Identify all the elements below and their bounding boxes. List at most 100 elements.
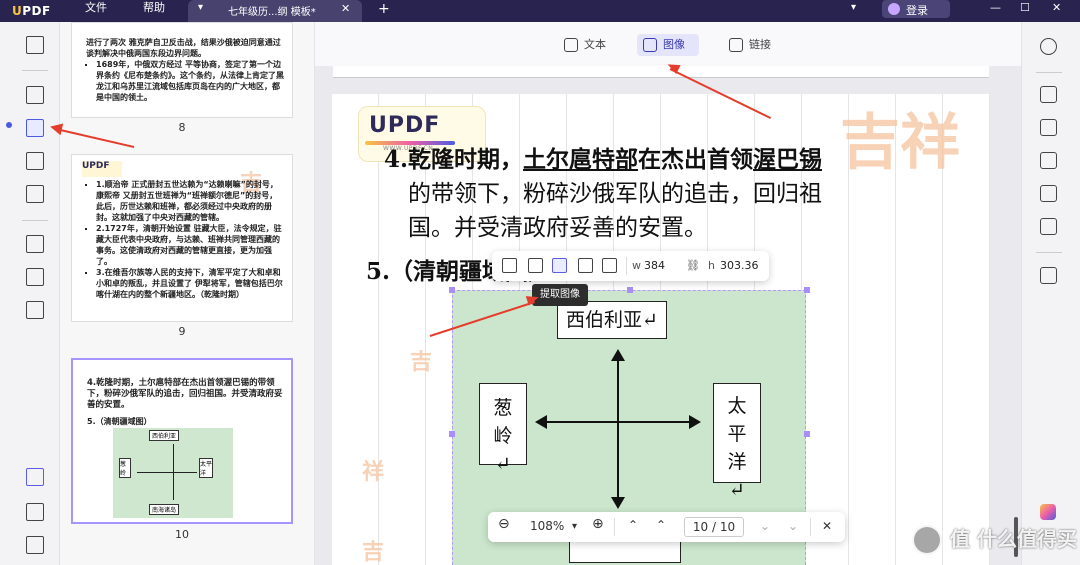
first-page-button[interactable]: ⌃ xyxy=(628,518,638,532)
crop-image-icon[interactable] xyxy=(578,258,593,273)
resize-handle[interactable] xyxy=(449,287,455,293)
resize-handle[interactable] xyxy=(449,431,455,437)
thumbnail-map-north: 西伯利亚 xyxy=(149,430,180,441)
resize-handle[interactable] xyxy=(804,287,810,293)
avatar-icon xyxy=(888,3,900,15)
extract-image-icon[interactable] xyxy=(552,258,567,273)
organize-pages-icon[interactable] xyxy=(26,235,44,253)
login-button[interactable]: 登录 xyxy=(882,0,950,18)
arrow-up-icon xyxy=(611,349,625,361)
thumbnail-page-8[interactable]: 进行了两次 雅克萨自卫反击战，结果沙俄被迫同意通过谈判解决中俄两国东段边界问题。… xyxy=(71,22,293,118)
next-page-button[interactable]: ⌄ xyxy=(760,519,770,533)
thumbnail-panel: 进行了两次 雅克萨自卫反击战，结果沙俄被迫同意通过谈判解决中俄两国东段边界问题。… xyxy=(60,22,315,565)
divider xyxy=(22,220,48,221)
divider xyxy=(614,518,615,536)
convert-icon[interactable] xyxy=(1040,119,1057,136)
minimize-button[interactable]: — xyxy=(990,1,1001,14)
divider xyxy=(1036,72,1062,73)
ai-assistant-icon[interactable] xyxy=(1040,504,1056,520)
comment-icon[interactable] xyxy=(26,86,44,104)
tab-title: 七年级历...纲 模板* xyxy=(228,7,316,18)
new-tab-button[interactable]: + xyxy=(378,1,390,17)
replace-image-icon[interactable] xyxy=(602,258,617,273)
last-page-button[interactable]: ⌄ xyxy=(788,519,798,533)
zoom-value[interactable]: 108% xyxy=(530,519,564,533)
thumbnail-bullet: 1689年，中俄双方经过 平等协商，签定了第一个边界条约《尼布楚条约》。这个条约… xyxy=(96,59,284,103)
seal-watermark-small: 吉 xyxy=(410,350,433,375)
share-icon[interactable] xyxy=(1040,185,1057,202)
height-value[interactable]: 303.36 xyxy=(720,259,759,272)
resize-handle[interactable] xyxy=(804,431,810,437)
search-icon[interactable] xyxy=(1040,38,1057,55)
tab-dropdown-icon[interactable]: ▾ xyxy=(198,2,203,13)
close-window-button[interactable]: ✕ xyxy=(1052,1,1061,14)
image-edit-toolbar: w 384 ⛓ h 303.36 xyxy=(492,251,769,281)
app-logo: UPDF xyxy=(12,4,51,18)
ocr-icon[interactable] xyxy=(1040,86,1057,103)
title-bar: UPDF 文件 帮助 ▾ 七年级历...纲 模板* ✕ + ▾ 登录 — ☐ ✕ xyxy=(0,0,1080,22)
map-label-siberia: 西伯利亚↵ xyxy=(557,301,667,339)
attachment-icon[interactable] xyxy=(26,536,44,554)
page-layout-icon[interactable] xyxy=(26,152,44,170)
add-image-button[interactable]: 图像 xyxy=(637,34,699,56)
arrow-down-icon xyxy=(611,497,625,509)
paragraph-4-line-1[interactable]: 4.乾隆时期，土尔扈特部在杰出首领渥巴锡 xyxy=(384,144,822,176)
arrow-left-icon xyxy=(535,415,547,429)
updf-logo-text: UPDF xyxy=(369,113,441,138)
menu-file[interactable]: 文件 xyxy=(85,0,107,16)
reader-icon[interactable] xyxy=(26,36,44,54)
layers-icon[interactable] xyxy=(26,468,44,486)
thumbnail-bullet: 1.顺治帝 正式册封五世达赖为“达赖喇嘛”的封号，康熙帝 又册封五世班禅为“班禅… xyxy=(96,179,284,223)
resize-handle[interactable] xyxy=(627,287,633,293)
login-label: 登录 xyxy=(906,4,928,17)
close-bar-button[interactable]: ✕ xyxy=(822,519,832,533)
paragraph-4-line-3[interactable]: 国。并受清政府妥善的安置。 xyxy=(408,212,707,244)
site-watermark: 值 什么值得买 xyxy=(950,527,1077,551)
right-toolbar xyxy=(1021,22,1080,565)
add-image-label: 图像 xyxy=(663,38,685,51)
compare-icon[interactable] xyxy=(26,301,44,319)
thumbnail-text: 4.乾隆时期，土尔扈特部在杰出首领渥巴锡的带领下，粉碎沙俄军队的追击，回归祖国。… xyxy=(87,378,283,410)
left-toolbar xyxy=(0,22,60,565)
tab-close-icon[interactable]: ✕ xyxy=(341,2,350,15)
email-icon[interactable] xyxy=(1040,218,1057,235)
zoom-in-button[interactable]: ⊕ xyxy=(592,516,604,532)
tabs-overflow-icon[interactable]: ▾ xyxy=(851,2,856,13)
form-icon[interactable] xyxy=(26,185,44,203)
previous-page-button[interactable]: ⌃ xyxy=(656,518,666,532)
extract-image-tooltip: 提取图像 xyxy=(532,284,588,306)
map-arrow-vertical xyxy=(617,357,619,501)
seal-watermark-small: 吉 xyxy=(362,540,385,565)
protect-icon[interactable] xyxy=(1040,152,1057,169)
maximize-button[interactable]: ☐ xyxy=(1020,1,1030,14)
document-view: 文本 图像 链接 吉祥 吉 祥 吉 UPDF WWW.UPDF.CN 4.乾隆时… xyxy=(315,22,1021,565)
zoom-dropdown-icon[interactable]: ▾ xyxy=(572,521,577,532)
thumbnail-page-9[interactable]: UPDF 吉 1.顺治帝 正式册封五世达赖为“达赖喇嘛”的封号，康熙帝 又册封五… xyxy=(71,154,293,322)
save-icon[interactable] xyxy=(1040,267,1057,284)
divider xyxy=(626,257,627,275)
divider xyxy=(1036,252,1062,253)
document-tab[interactable]: ▾ 七年级历...纲 模板* ✕ xyxy=(188,0,362,22)
add-link-button[interactable]: 链接 xyxy=(723,34,777,56)
edit-toolbar: 文本 图像 链接 xyxy=(315,22,1021,66)
width-value[interactable]: 384 xyxy=(644,259,665,272)
add-link-label: 链接 xyxy=(749,38,771,51)
width-label: w xyxy=(632,259,641,272)
bookmark-icon[interactable] xyxy=(26,503,44,521)
crop-icon[interactable] xyxy=(26,268,44,286)
menu-help[interactable]: 帮助 xyxy=(143,0,165,16)
rotate-left-icon[interactable] xyxy=(502,258,517,273)
link-icon xyxy=(729,38,743,52)
aspect-lock-icon[interactable]: ⛓ xyxy=(686,259,700,272)
rotate-right-icon[interactable] xyxy=(528,258,543,273)
page-input[interactable]: 10 / 10 xyxy=(684,517,744,537)
text-icon xyxy=(564,38,578,52)
height-label: h xyxy=(708,259,715,272)
add-text-button[interactable]: 文本 xyxy=(558,34,612,56)
thumbnail-page-10[interactable]: 4.乾隆时期，土尔扈特部在杰出首领渥巴锡的带领下，粉碎沙俄军队的追击，回归祖国。… xyxy=(71,358,293,524)
zoom-out-button[interactable]: ⊖ xyxy=(498,516,510,532)
edit-pdf-icon[interactable] xyxy=(26,119,44,137)
page-number-10: 10 xyxy=(175,528,189,541)
seal-watermark: 吉祥 xyxy=(840,108,960,178)
paragraph-4-line-2[interactable]: 的带领下，粉碎沙俄军队的追击，回归祖 xyxy=(408,178,822,210)
